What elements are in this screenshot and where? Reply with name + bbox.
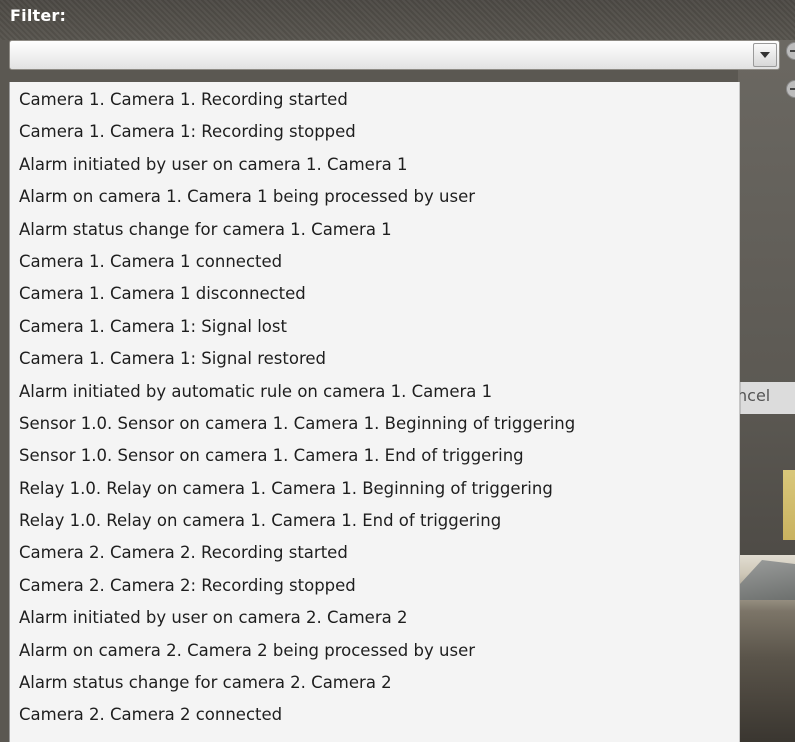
dropdown-option[interactable]: Camera 1. Camera 1: Signal lost bbox=[10, 311, 739, 343]
dropdown-option[interactable]: Alarm initiated by user on camera 2. Cam… bbox=[10, 602, 739, 634]
background-sign bbox=[783, 470, 795, 540]
dropdown-option[interactable]: Sensor 1.0. Sensor on camera 1. Camera 1… bbox=[10, 440, 739, 472]
chevron-down-icon bbox=[760, 52, 770, 58]
dropdown-option[interactable]: Relay 1.0. Relay on camera 1. Camera 1. … bbox=[10, 473, 739, 505]
dropdown-option[interactable]: Camera 1. Camera 1: Recording stopped bbox=[10, 116, 739, 148]
dropdown-options: Camera 1. Camera 1. Recording started Cam… bbox=[10, 84, 739, 732]
filter-combobox[interactable] bbox=[9, 40, 780, 70]
dropdown-arrow-button[interactable] bbox=[753, 43, 777, 67]
dropdown-option[interactable]: Alarm status change for camera 2. Camera… bbox=[10, 667, 739, 699]
dropdown-option[interactable]: Camera 1. Camera 1 disconnected bbox=[10, 278, 739, 310]
dropdown-option[interactable]: Alarm on camera 2. Camera 2 being proces… bbox=[10, 635, 739, 667]
dropdown-option[interactable]: Alarm initiated by automatic rule on cam… bbox=[10, 376, 739, 408]
dropdown-option[interactable]: Alarm status change for camera 1. Camera… bbox=[10, 214, 739, 246]
dropdown-option[interactable]: Camera 1. Camera 1. Recording started bbox=[10, 84, 739, 116]
dropdown-option[interactable]: Sensor 1.0. Sensor on camera 1. Camera 1… bbox=[10, 408, 739, 440]
dropdown-option[interactable]: Alarm on camera 1. Camera 1 being proces… bbox=[10, 181, 739, 213]
dropdown-option[interactable]: Relay 1.0. Relay on camera 1. Camera 1. … bbox=[10, 505, 739, 537]
filter-dropdown-list[interactable]: Camera 1. Camera 1. Recording started Cam… bbox=[9, 82, 740, 742]
dropdown-option[interactable]: Camera 2. Camera 2: Recording stopped bbox=[10, 570, 739, 602]
dropdown-option[interactable]: Camera 1. Camera 1: Signal restored bbox=[10, 343, 739, 375]
dropdown-option[interactable]: Camera 1. Camera 1 connected bbox=[10, 246, 739, 278]
filter-label: Filter: bbox=[10, 6, 67, 25]
dropdown-option[interactable]: Camera 2. Camera 2 connected bbox=[10, 699, 739, 731]
dropdown-option[interactable]: Camera 2. Camera 2. Recording started bbox=[10, 537, 739, 569]
filter-toolbar bbox=[0, 0, 795, 40]
dropdown-option[interactable]: Alarm initiated by user on camera 1. Cam… bbox=[10, 149, 739, 181]
cancel-button-label: ncel bbox=[737, 386, 771, 405]
